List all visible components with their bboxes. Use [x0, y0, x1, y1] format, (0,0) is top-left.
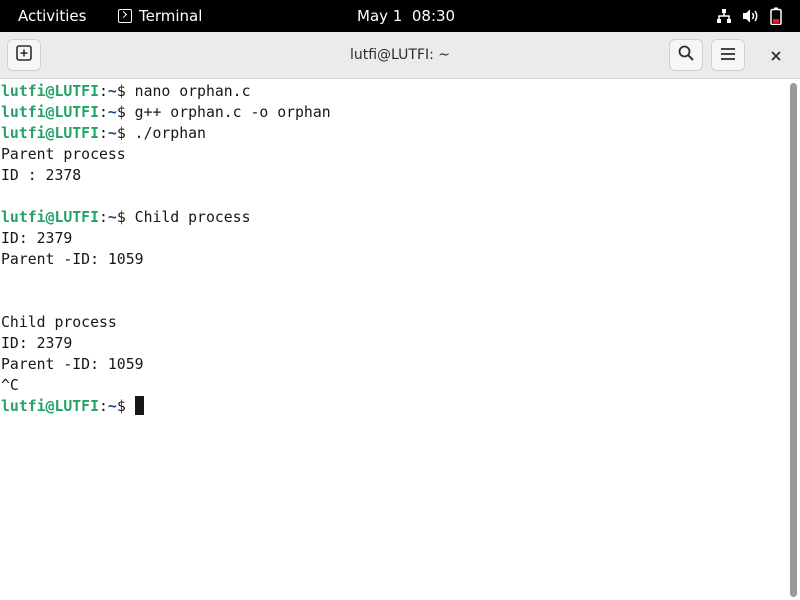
window-header-bar: lutfi@LUTFI: ~	[0, 32, 800, 79]
terminal-lines: lutfi@LUTFI:~$ nano orphan.c lutfi@LUTFI:…	[1, 81, 331, 417]
search-icon	[678, 45, 694, 65]
prompt-separator: :	[99, 83, 108, 100]
prompt-user: lutfi@LUTFI	[1, 104, 99, 121]
prompt-symbol: $	[116, 398, 135, 415]
battery-icon	[770, 7, 782, 25]
prompt-symbol: $	[116, 104, 135, 121]
prompt-user: lutfi@LUTFI	[1, 125, 99, 142]
terminal-prompt-line: lutfi@LUTFI:~$ ./orphan	[1, 123, 331, 144]
terminal-output-line: ID : 2378	[1, 167, 82, 184]
prompt-separator: :	[99, 125, 108, 142]
text-cursor	[134, 396, 144, 415]
menu-button[interactable]	[711, 39, 745, 71]
app-menu-label: Terminal	[139, 7, 203, 25]
terminal-output-line: Parent -ID: 1059	[1, 356, 144, 373]
terminal-scrollbar[interactable]	[787, 80, 800, 600]
system-tray[interactable]	[716, 7, 782, 25]
prompt-symbol: $	[116, 209, 135, 226]
activities-button[interactable]: Activities	[18, 6, 86, 26]
close-window-button[interactable]	[764, 43, 788, 67]
terminal-prompt-line: lutfi@LUTFI:~$	[1, 396, 331, 417]
prompt-path: ~	[107, 125, 117, 142]
terminal-output-line: ID: 2379	[1, 230, 73, 247]
terminal-prompt-line: lutfi@LUTFI:~$ Child process	[1, 207, 331, 228]
command-text: Child process	[134, 209, 251, 226]
prompt-separator: :	[99, 398, 108, 415]
hamburger-menu-icon	[720, 46, 736, 65]
terminal-output-line: Parent process	[1, 146, 126, 163]
terminal-prompt-line: lutfi@LUTFI:~$ g++ orphan.c -o orphan	[1, 102, 331, 123]
scrollbar-thumb[interactable]	[790, 83, 797, 597]
prompt-path: ~	[107, 209, 117, 226]
search-button[interactable]	[669, 39, 703, 71]
prompt-user: lutfi@LUTFI	[1, 83, 99, 100]
terminal-output-line: Parent -ID: 1059	[1, 251, 144, 268]
terminal-output-line: ^C	[1, 377, 19, 394]
terminal-icon	[118, 9, 132, 23]
clock[interactable]: May 1 08:30	[357, 6, 455, 26]
prompt-symbol: $	[116, 125, 135, 142]
close-icon	[771, 46, 781, 65]
prompt-path: ~	[107, 398, 117, 415]
network-icon	[716, 8, 732, 24]
prompt-separator: :	[99, 209, 108, 226]
command-text: ./orphan	[134, 125, 206, 142]
volume-icon	[742, 8, 760, 24]
prompt-user: lutfi@LUTFI	[1, 398, 99, 415]
app-menu-button[interactable]: Terminal	[118, 6, 202, 26]
terminal-output-line: ID: 2379	[1, 335, 73, 352]
prompt-path: ~	[107, 104, 117, 121]
prompt-user: lutfi@LUTFI	[1, 209, 99, 226]
prompt-symbol: $	[116, 83, 135, 100]
command-text: nano orphan.c	[134, 83, 251, 100]
command-text: g++ orphan.c -o orphan	[134, 104, 331, 121]
terminal-output-line: Child process	[1, 314, 117, 331]
terminal-output-area[interactable]: lutfi@LUTFI:~$ nano orphan.c lutfi@LUTFI:…	[0, 80, 787, 600]
prompt-separator: :	[99, 104, 108, 121]
top-bar: Activities Terminal May 1 08:30	[0, 0, 800, 32]
prompt-path: ~	[107, 83, 117, 100]
terminal-prompt-line: lutfi@LUTFI:~$ nano orphan.c	[1, 81, 331, 102]
